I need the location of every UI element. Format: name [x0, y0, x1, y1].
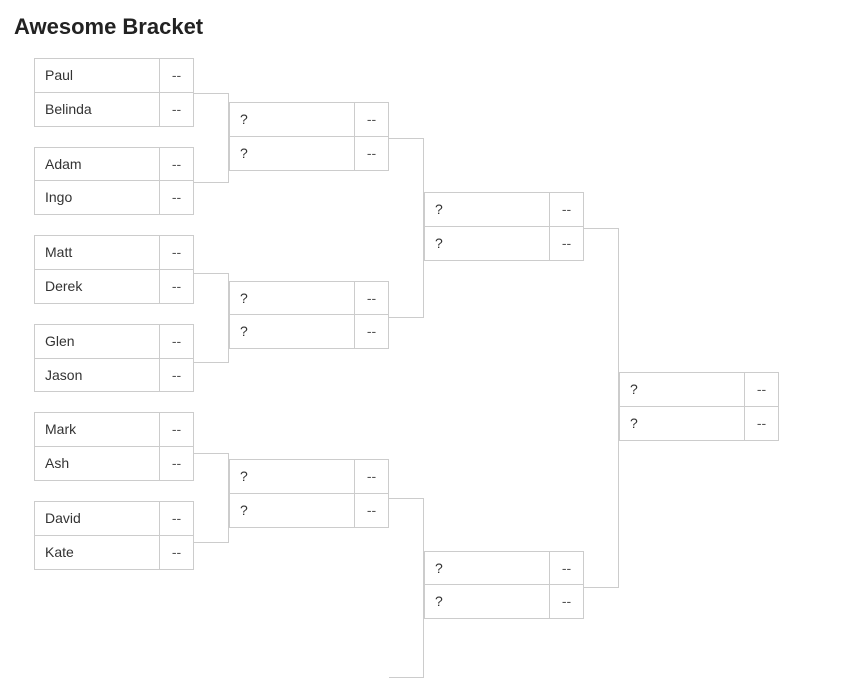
match: Mark -- Ash -- — [34, 412, 194, 481]
match-slot[interactable]: Derek -- — [34, 270, 194, 304]
player-score: -- — [744, 407, 779, 441]
player-score: -- — [159, 359, 194, 393]
match-slot[interactable]: David -- — [34, 501, 194, 536]
match-slot[interactable]: Glen -- — [34, 324, 194, 359]
player-score: -- — [354, 459, 389, 494]
match-slot[interactable]: ? -- — [229, 315, 389, 349]
player-score: -- — [549, 192, 584, 227]
player-name: ? — [229, 315, 354, 349]
page-title: Awesome Bracket — [14, 14, 829, 40]
match-slot[interactable]: ? -- — [229, 494, 389, 528]
match-slot[interactable]: Ash -- — [34, 447, 194, 481]
match: Adam -- Ingo -- — [34, 147, 194, 216]
player-name: Matt — [34, 235, 159, 270]
player-name: ? — [229, 281, 354, 316]
player-score: -- — [159, 181, 194, 215]
player-score: -- — [159, 447, 194, 481]
round-2: ? -- ? -- ? -- ? -- ? -- ? — [229, 102, 389, 528]
player-name: ? — [619, 407, 744, 441]
match-slot[interactable]: Mark -- — [34, 412, 194, 447]
bracket-connector — [389, 138, 424, 678]
player-name: ? — [229, 137, 354, 171]
player-score: -- — [159, 93, 194, 127]
match-slot[interactable]: ? -- — [619, 372, 779, 407]
player-name: Ash — [34, 447, 159, 481]
player-score: -- — [354, 315, 389, 349]
player-name: ? — [229, 459, 354, 494]
match-slot[interactable]: Ingo -- — [34, 181, 194, 215]
player-score: -- — [159, 270, 194, 304]
match: Glen -- Jason -- — [34, 324, 194, 393]
match-slot[interactable]: Belinda -- — [34, 93, 194, 127]
player-score: -- — [159, 235, 194, 270]
player-name: ? — [229, 494, 354, 528]
match-slot[interactable]: Jason -- — [34, 359, 194, 393]
player-name: ? — [424, 192, 549, 227]
match-slot[interactable]: ? -- — [619, 407, 779, 441]
round-1: Paul -- Belinda -- Adam -- Ingo -- Matt … — [34, 58, 194, 570]
player-name: Ingo — [34, 181, 159, 215]
match-slot[interactable]: ? -- — [424, 551, 584, 586]
player-score: -- — [744, 372, 779, 407]
player-name: Kate — [34, 536, 159, 570]
round-3: ? -- ? -- ? -- ? -- — [424, 192, 584, 619]
player-score: -- — [354, 102, 389, 137]
player-name: ? — [229, 102, 354, 137]
player-name: David — [34, 501, 159, 536]
match-slot[interactable]: ? -- — [229, 459, 389, 494]
match-slot[interactable]: Paul -- — [34, 58, 194, 93]
player-name: Mark — [34, 412, 159, 447]
player-name: Adam — [34, 147, 159, 182]
bracket-connector — [194, 93, 229, 543]
match: ? -- ? -- — [229, 459, 389, 528]
match-slot[interactable]: ? -- — [424, 192, 584, 227]
match: Matt -- Derek -- — [34, 235, 194, 304]
match-slot[interactable]: ? -- — [229, 102, 389, 137]
match-slot[interactable]: Adam -- — [34, 147, 194, 182]
player-score: -- — [354, 494, 389, 528]
match-slot[interactable]: Kate -- — [34, 536, 194, 570]
match: ? -- ? -- — [229, 281, 389, 350]
player-score: -- — [549, 551, 584, 586]
match: ? -- ? -- — [424, 192, 584, 261]
player-score: -- — [354, 281, 389, 316]
player-name: Glen — [34, 324, 159, 359]
player-name: Paul — [34, 58, 159, 93]
match: Paul -- Belinda -- — [34, 58, 194, 127]
match-slot[interactable]: ? -- — [229, 137, 389, 171]
match: ? -- ? -- — [619, 372, 779, 441]
player-score: -- — [159, 147, 194, 182]
player-score: -- — [159, 501, 194, 536]
player-score: -- — [159, 58, 194, 93]
player-name: Jason — [34, 359, 159, 393]
player-score: -- — [354, 137, 389, 171]
player-name: Belinda — [34, 93, 159, 127]
player-name: ? — [619, 372, 744, 407]
player-name: Derek — [34, 270, 159, 304]
match-slot[interactable]: Matt -- — [34, 235, 194, 270]
player-name: ? — [424, 585, 549, 619]
bracket-connector — [584, 228, 619, 588]
match: ? -- ? -- — [229, 102, 389, 171]
round-4: ? -- ? -- — [619, 372, 779, 441]
match-slot[interactable]: ? -- — [229, 281, 389, 316]
player-score: -- — [159, 324, 194, 359]
bracket: Paul -- Belinda -- Adam -- Ingo -- Matt … — [34, 58, 829, 678]
player-score: -- — [549, 585, 584, 619]
match-slot[interactable]: ? -- — [424, 585, 584, 619]
player-name: ? — [424, 227, 549, 261]
player-score: -- — [159, 412, 194, 447]
player-score: -- — [159, 536, 194, 570]
player-score: -- — [549, 227, 584, 261]
match-slot[interactable]: ? -- — [424, 227, 584, 261]
match: David -- Kate -- — [34, 501, 194, 570]
player-name: ? — [424, 551, 549, 586]
